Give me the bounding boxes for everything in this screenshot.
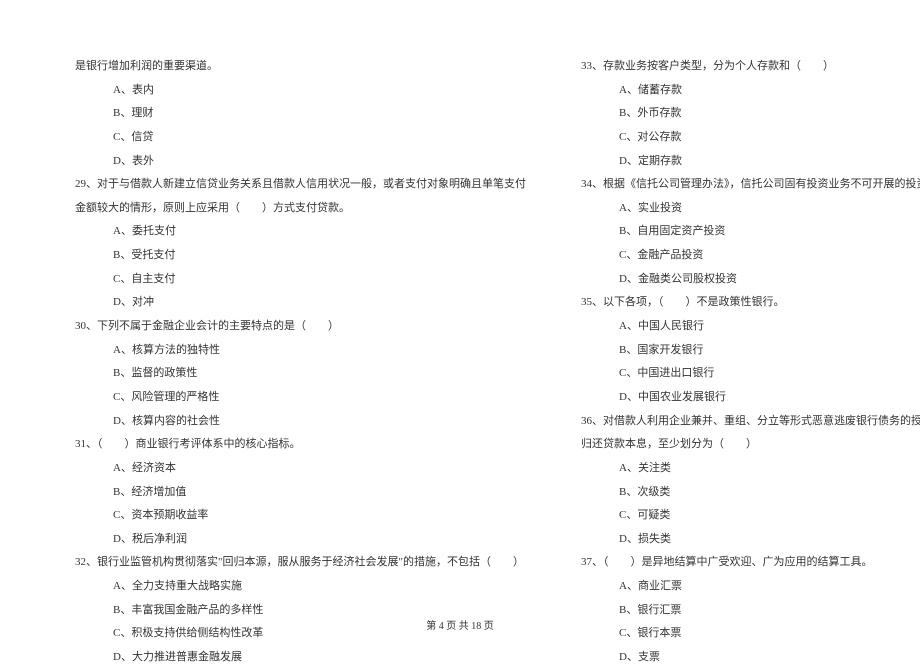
option: A、中国人民银行	[581, 315, 920, 339]
question-35: 35、以下各项，（ ）不是政策性银行。	[581, 291, 920, 315]
option: C、资本预期收益率	[75, 504, 526, 528]
question-29-line2: 金额较大的情形，原则上应采用（ ）方式支付贷款。	[75, 197, 526, 221]
option: B、次级类	[581, 481, 920, 505]
option: D、核算内容的社会性	[75, 410, 526, 434]
question-37: 37、（ ）是异地结算中广受欢迎、广为应用的结算工具。	[581, 551, 920, 575]
option: D、定期存款	[581, 150, 920, 174]
question-36-line2: 归还贷款本息，至少划分为（ ）	[581, 433, 920, 457]
option: C、金融产品投资	[581, 244, 920, 268]
question-33: 33、存款业务按客户类型，分为个人存款和（ ）	[581, 55, 920, 79]
option: A、实业投资	[581, 197, 920, 221]
option: A、核算方法的独特性	[75, 339, 526, 363]
option: D、损失类	[581, 528, 920, 552]
intro-line: 是银行增加利润的重要渠道。	[75, 55, 526, 79]
document-content: 是银行增加利润的重要渠道。 A、表内 B、理财 C、信贷 D、表外 29、对于与…	[75, 55, 845, 670]
option: A、全力支持重大战略实施	[75, 575, 526, 599]
option: D、税后净利润	[75, 528, 526, 552]
option: D、对冲	[75, 291, 526, 315]
question-31: 31、（ ）商业银行考评体系中的核心指标。	[75, 433, 526, 457]
option: B、国家开发银行	[581, 339, 920, 363]
right-column: 33、存款业务按客户类型，分为个人存款和（ ） A、储蓄存款 B、外币存款 C、…	[581, 55, 920, 670]
question-30: 30、下列不属于金融企业会计的主要特点的是（ ）	[75, 315, 526, 339]
option: B、监督的政策性	[75, 362, 526, 386]
option: C、中国进出口银行	[581, 362, 920, 386]
option: A、储蓄存款	[581, 79, 920, 103]
option: D、金融类公司股权投资	[581, 268, 920, 292]
option: A、商业汇票	[581, 575, 920, 599]
option: C、风险管理的严格性	[75, 386, 526, 410]
question-36-line1: 36、对借款人利用企业兼并、重组、分立等形式恶意逃废银行债务的授信余额，如没有逾…	[581, 410, 920, 434]
option: D、表外	[75, 150, 526, 174]
question-34: 34、根据《信托公司管理办法》，信托公司固有投资业务不可开展的投资类型是（ ）	[581, 173, 920, 197]
option: B、自用固定资产投资	[581, 220, 920, 244]
option: A、表内	[75, 79, 526, 103]
option: A、经济资本	[75, 457, 526, 481]
page-footer: 第 4 页 共 18 页	[0, 617, 920, 632]
option: A、关注类	[581, 457, 920, 481]
left-column: 是银行增加利润的重要渠道。 A、表内 B、理财 C、信贷 D、表外 29、对于与…	[75, 55, 526, 670]
question-29-line1: 29、对于与借款人新建立信贷业务关系且借款人信用状况一般，或者支付对象明确且单笔…	[75, 173, 526, 197]
option: B、外币存款	[581, 102, 920, 126]
option: B、经济增加值	[75, 481, 526, 505]
option: B、受托支付	[75, 244, 526, 268]
option: C、自主支付	[75, 268, 526, 292]
option: A、委托支付	[75, 220, 526, 244]
option: C、信贷	[75, 126, 526, 150]
option: C、可疑类	[581, 504, 920, 528]
option: B、理财	[75, 102, 526, 126]
option: C、对公存款	[581, 126, 920, 150]
question-32: 32、银行业监管机构贯彻落实"回归本源，服从服务于经济社会发展"的措施，不包括（…	[75, 551, 526, 575]
option: D、中国农业发展银行	[581, 386, 920, 410]
